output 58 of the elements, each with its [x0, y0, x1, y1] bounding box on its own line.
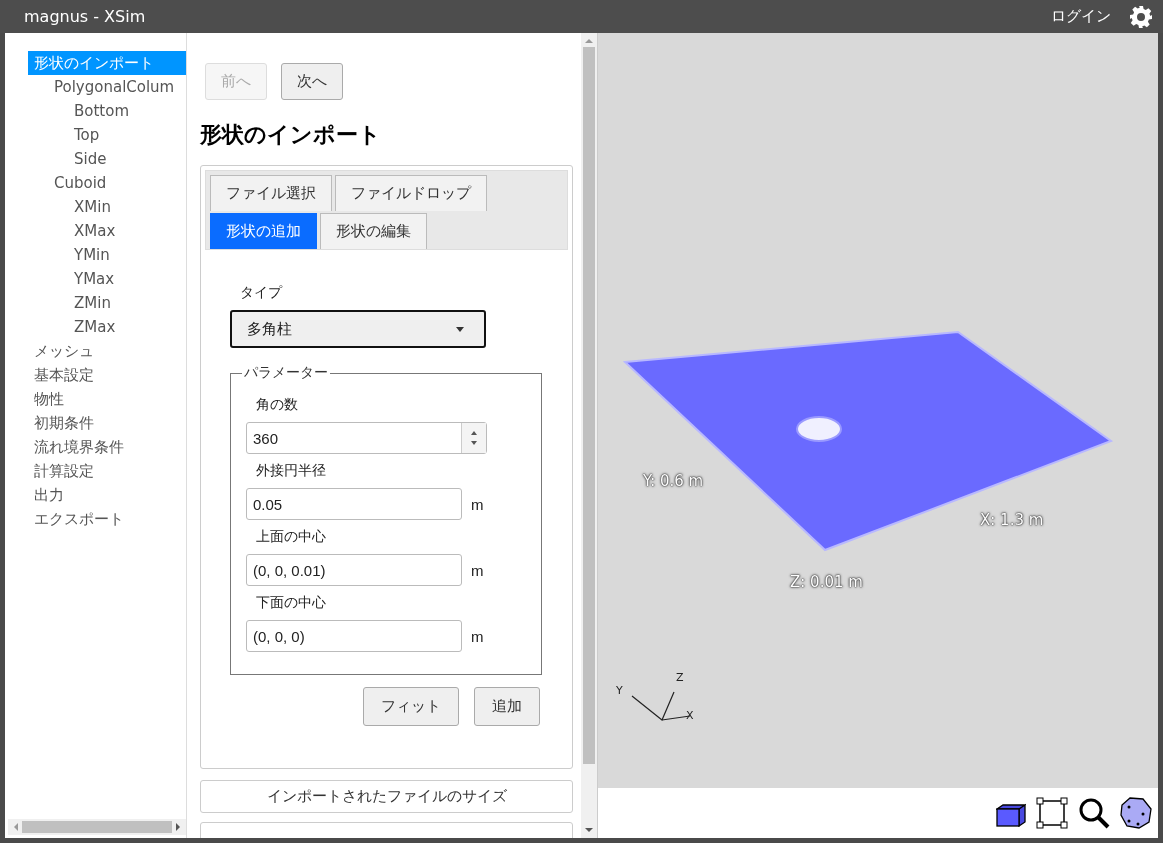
tree-item[interactable]: メッシュ: [8, 339, 186, 363]
tree-item[interactable]: 流れ境界条件: [8, 435, 186, 459]
tree-item[interactable]: YMin: [8, 243, 186, 267]
tab[interactable]: ファイル選択: [210, 175, 332, 211]
unit-label: m: [471, 561, 484, 579]
field-label: タイプ: [240, 284, 284, 302]
tree-item[interactable]: ZMax: [8, 315, 186, 339]
tree-item[interactable]: エクスポート: [8, 507, 186, 531]
unit-label: m: [471, 495, 484, 513]
caret-icon: [456, 326, 464, 332]
field-label: 上面の中心: [256, 528, 327, 546]
text-field[interactable]: (0, 0, 0.01): [246, 554, 462, 586]
tree-item[interactable]: 基本設定: [8, 363, 186, 387]
tree-item[interactable]: Bottom: [8, 99, 186, 123]
vertical-scrollbar[interactable]: [581, 33, 597, 838]
number-field[interactable]: 360: [246, 422, 487, 454]
tree-item[interactable]: YMax: [8, 267, 186, 291]
tree-item[interactable]: 物性: [8, 387, 186, 411]
page-heading: 形状のインポート: [200, 121, 382, 149]
group-legend: パラメーター: [242, 364, 330, 382]
tree-item[interactable]: Top: [8, 123, 186, 147]
text-field[interactable]: (0, 0, 0): [246, 620, 462, 652]
tree-item[interactable]: Cuboid: [8, 171, 186, 195]
login-link[interactable]: ログイン: [1051, 7, 1111, 26]
tree-item[interactable]: 計算設定: [8, 459, 186, 483]
polyhedron-icon[interactable]: [1120, 797, 1152, 829]
tree-item[interactable]: Side: [8, 147, 186, 171]
3d-viewport[interactable]: Y: 0.6 m X: 1.3 m Z: 0.01 m Y Z X: [598, 33, 1158, 788]
window-title: magnus - XSim: [24, 7, 146, 26]
tree-item[interactable]: ZMin: [8, 291, 186, 315]
field-label: 下面の中心: [256, 594, 327, 612]
dimension-label: Y: 0.6 m: [643, 472, 704, 490]
tree-item[interactable]: XMin: [8, 195, 186, 219]
tab[interactable]: 形状の追加: [210, 213, 317, 249]
section-header[interactable]: インポートされたファイルのサイズ: [200, 780, 573, 813]
axis-label: X: [686, 709, 694, 722]
search-icon[interactable]: [1078, 797, 1110, 829]
tree-item[interactable]: PolygonalColum: [8, 75, 186, 99]
dimension-label: Z: 0.01 m: [790, 573, 863, 591]
unit-label: m: [471, 627, 484, 645]
add-button[interactable]: 追加: [474, 687, 540, 726]
next-button[interactable]: 次へ: [281, 63, 343, 100]
field-label: 外接円半径: [256, 462, 327, 480]
settings-icon[interactable]: [1129, 4, 1153, 29]
field-label: 角の数: [256, 396, 299, 414]
tree-item[interactable]: 出力: [8, 483, 186, 507]
tab[interactable]: 形状の編集: [320, 213, 427, 249]
tree-item[interactable]: 初期条件: [8, 411, 186, 435]
horizontal-scrollbar[interactable]: [8, 819, 186, 835]
axis-label: Y: [616, 684, 623, 697]
type-dropdown[interactable]: 多角柱: [230, 310, 486, 348]
fit-button[interactable]: フィット: [363, 687, 459, 726]
tab[interactable]: ファイルドロップ: [335, 175, 487, 211]
tree-item[interactable]: XMax: [8, 219, 186, 243]
text-field[interactable]: 0.05: [246, 488, 462, 520]
dimension-label: X: 1.3 m: [980, 511, 1044, 529]
bounding-box-icon[interactable]: [1036, 797, 1068, 829]
axis-label: Z: [676, 671, 684, 684]
